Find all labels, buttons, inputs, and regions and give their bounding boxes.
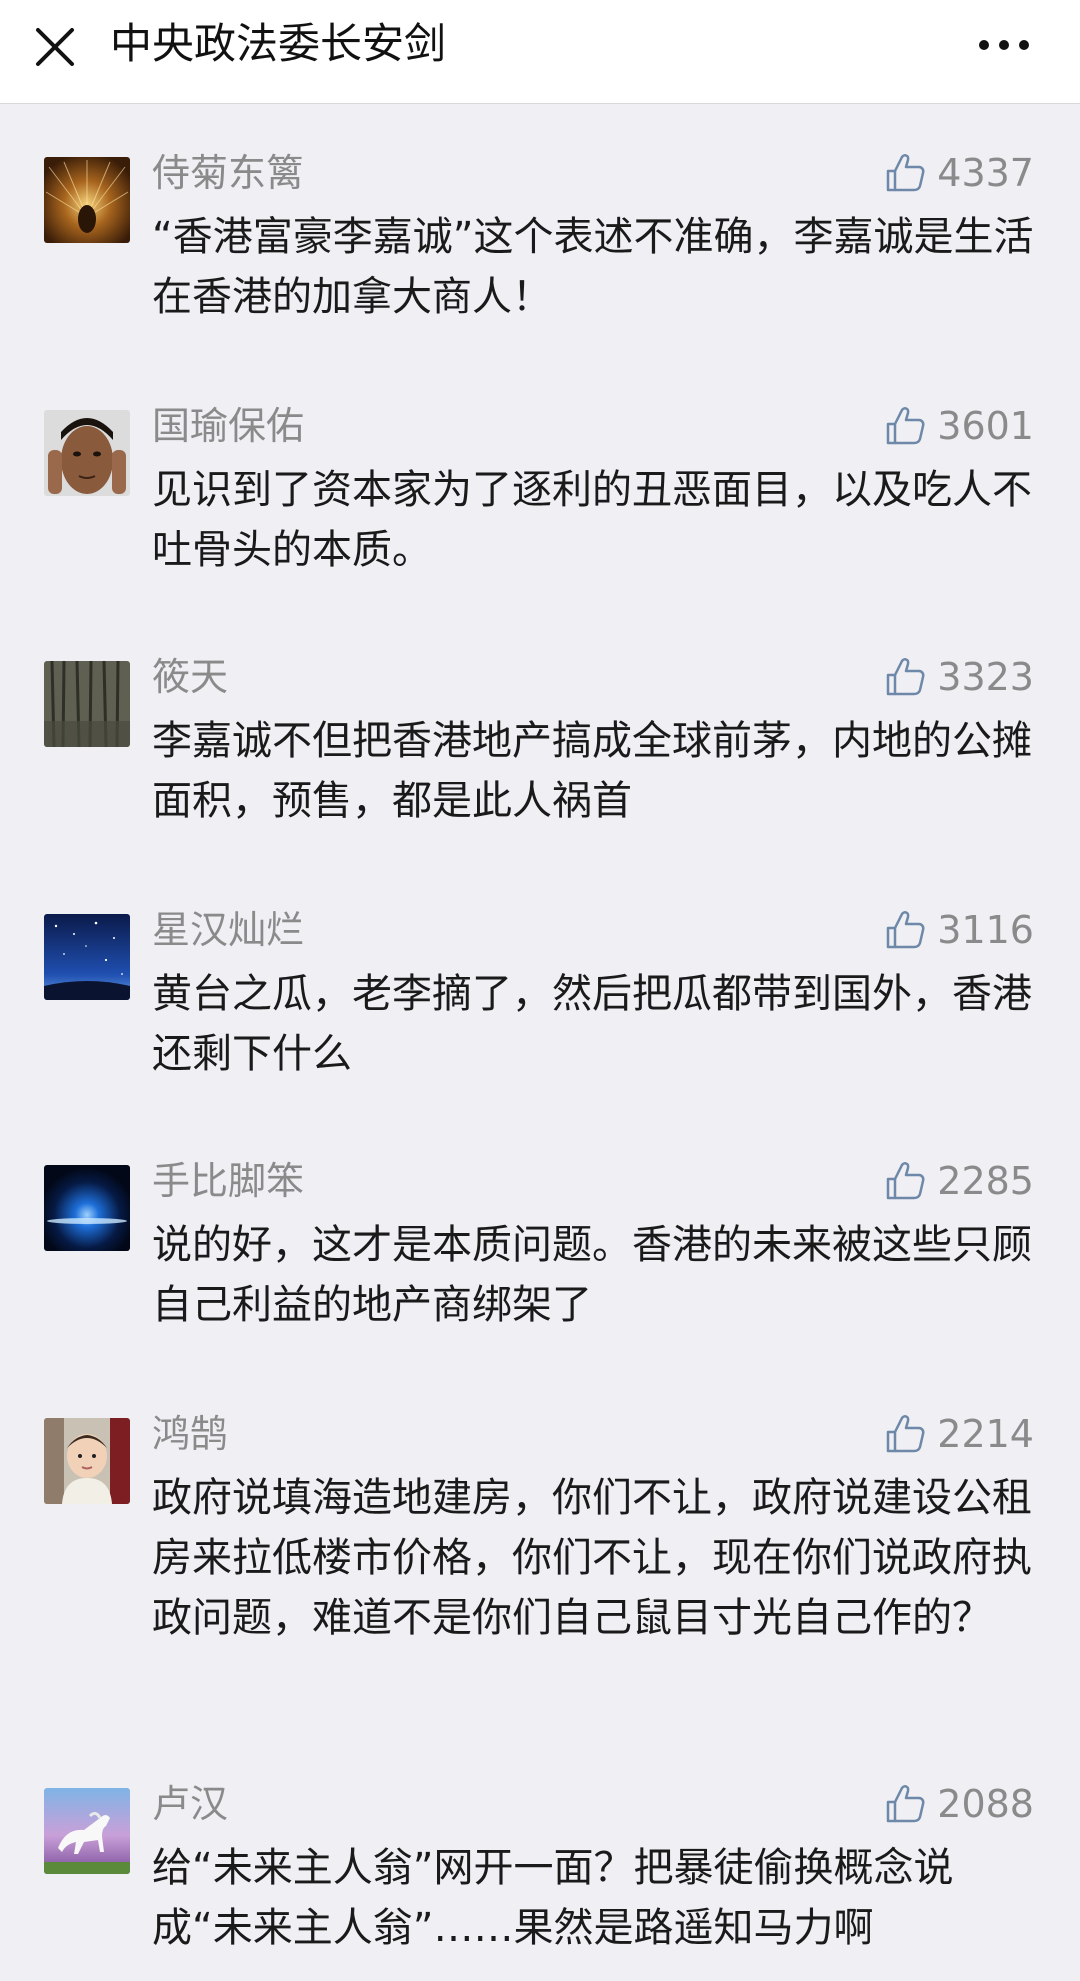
close-icon: [36, 28, 74, 66]
white-horse-avatar-icon: [44, 1788, 130, 1874]
comment-nickname: 鸿鹄: [152, 1412, 229, 1456]
like-button[interactable]: 3601: [883, 402, 1034, 450]
baby-avatar-icon: [44, 1418, 130, 1504]
like-button[interactable]: 3323: [883, 653, 1034, 701]
comment-text: 给“未来主人翁”网开一面？把暴徒偷换概念说成“未来主人翁”……果然是路遥知马力啊: [152, 1845, 954, 1951]
close-button[interactable]: [30, 22, 80, 72]
like-count: 3323: [937, 655, 1034, 699]
like-count: 4337: [937, 151, 1034, 195]
comment-text: 说的好，这才是本质问题。香港的未来被这些只顾自己利益的地产商绑架了: [152, 1222, 1032, 1328]
thumbs-up-icon: [887, 658, 925, 696]
like-count: 2088: [937, 1782, 1034, 1826]
like-count: 2285: [937, 1159, 1034, 1203]
avatar[interactable]: [44, 661, 130, 747]
like-button[interactable]: 2214: [883, 1410, 1034, 1458]
thumbs-up-icon: [887, 154, 925, 192]
avatar[interactable]: [44, 1418, 130, 1504]
like-button[interactable]: 2088: [883, 1780, 1034, 1828]
comment-nickname: 手比脚笨: [152, 1159, 305, 1203]
avatar[interactable]: [44, 1165, 130, 1251]
comment-text: 李嘉诚不但把香港地产搞成全球前茅，内地的公摊面积，预售，都是此人祸首: [152, 718, 1032, 824]
like-count: 3116: [937, 908, 1034, 952]
thumbs-up-icon: [887, 1785, 925, 1823]
more-dots-icon: [979, 40, 1029, 50]
comment-nickname: 卢汉: [152, 1782, 229, 1826]
blue-horizon-avatar-icon: [44, 1165, 130, 1251]
thumbs-up-icon: [887, 1162, 925, 1200]
like-count: 2214: [937, 1412, 1034, 1456]
comment-nickname: 星汉灿烂: [152, 908, 305, 952]
comment-nickname: 筱天: [152, 655, 229, 699]
comment-text: 见识到了资本家为了逐利的丑恶面目，以及吃人不吐骨头的本质。: [152, 467, 1032, 573]
thumbs-up-icon: [887, 911, 925, 949]
page-title: 中央政法委长安剑: [110, 19, 447, 68]
comment-text: “香港富豪李嘉诚”这个表述不准确，李嘉诚是生活在香港的加拿大商人！: [152, 214, 1034, 320]
comment-nickname: 国瑜保佑: [152, 404, 305, 448]
comment-text: 黄台之瓜，老李摘了，然后把瓜都带到国外，香港还剩下什么: [152, 971, 1032, 1077]
like-button[interactable]: 3116: [883, 906, 1034, 954]
like-button[interactable]: 4337: [883, 149, 1034, 197]
comment-text: 政府说填海造地建房，你们不让，政府说建设公租房来拉低楼市价格，你们不让，现在你们…: [152, 1475, 1032, 1641]
top-bar: 中央政法委长安剑: [0, 0, 1080, 104]
starry-sky-avatar-icon: [44, 914, 130, 1000]
like-button[interactable]: 2285: [883, 1157, 1034, 1205]
peacock-avatar-icon: [44, 157, 130, 243]
avatar[interactable]: [44, 914, 130, 1000]
thumbs-up-icon: [887, 1415, 925, 1453]
more-button[interactable]: [976, 30, 1032, 60]
forest-avatar-icon: [44, 661, 130, 747]
like-count: 3601: [937, 404, 1034, 448]
thumbs-up-icon: [887, 407, 925, 445]
man-portrait-avatar-icon: [44, 410, 130, 496]
avatar[interactable]: [44, 1788, 130, 1874]
comment-nickname: 侍菊东篱: [152, 151, 305, 195]
avatar[interactable]: [44, 410, 130, 496]
avatar[interactable]: [44, 157, 130, 243]
